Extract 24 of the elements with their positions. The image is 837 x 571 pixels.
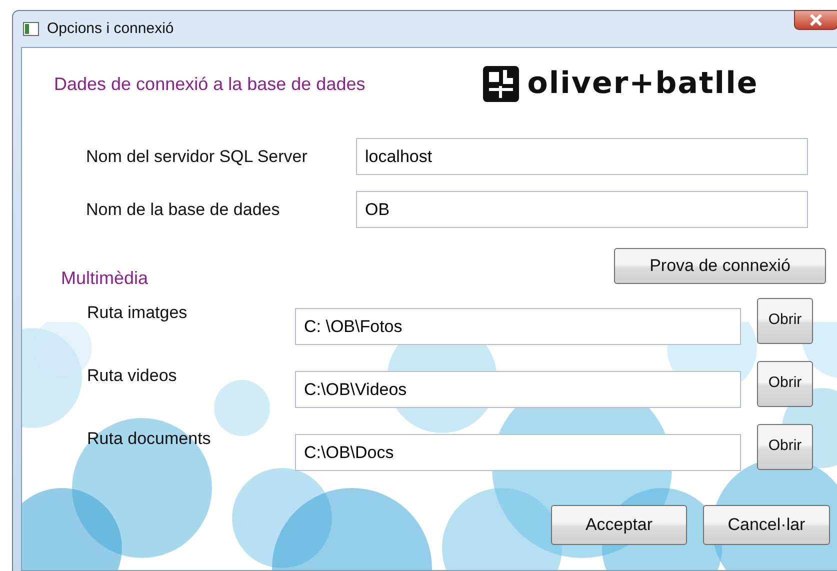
accept-button[interactable]: Acceptar <box>551 505 687 545</box>
field-label: Nom del servidor SQL Server <box>86 146 308 168</box>
window-title: Opcions i connexió <box>47 18 174 39</box>
window-icon <box>23 22 39 36</box>
logo-icon <box>483 66 520 102</box>
input-field[interactable]: C:\OB\Videos <box>295 371 741 408</box>
input-field[interactable]: C: \OB\Fotos <box>295 308 741 345</box>
input-field[interactable]: C:\OB\Docs <box>295 434 741 471</box>
close-button[interactable] <box>794 10 837 30</box>
field-label: Ruta imatges <box>87 302 188 324</box>
logo-text: oliver+batlle <box>527 69 758 99</box>
open-button[interactable]: Obrir <box>757 298 813 344</box>
input-field[interactable]: OB <box>356 191 808 228</box>
input-field[interactable]: localhost <box>356 138 808 175</box>
cancel-button[interactable]: Cancel·lar <box>703 505 830 545</box>
open-button[interactable]: Obrir <box>757 424 813 470</box>
field-label: Ruta documents <box>87 428 212 450</box>
field-label: Ruta videos <box>87 365 178 387</box>
close-icon <box>809 14 823 26</box>
field-label: Nom de la base de dades <box>86 198 281 221</box>
open-button[interactable]: Obrir <box>757 360 813 406</box>
section-heading: Multimèdia <box>61 267 148 290</box>
test-connection-button[interactable]: Prova de connexió <box>614 248 826 284</box>
section-heading: Dades de connexió a la base de dades <box>54 72 366 96</box>
